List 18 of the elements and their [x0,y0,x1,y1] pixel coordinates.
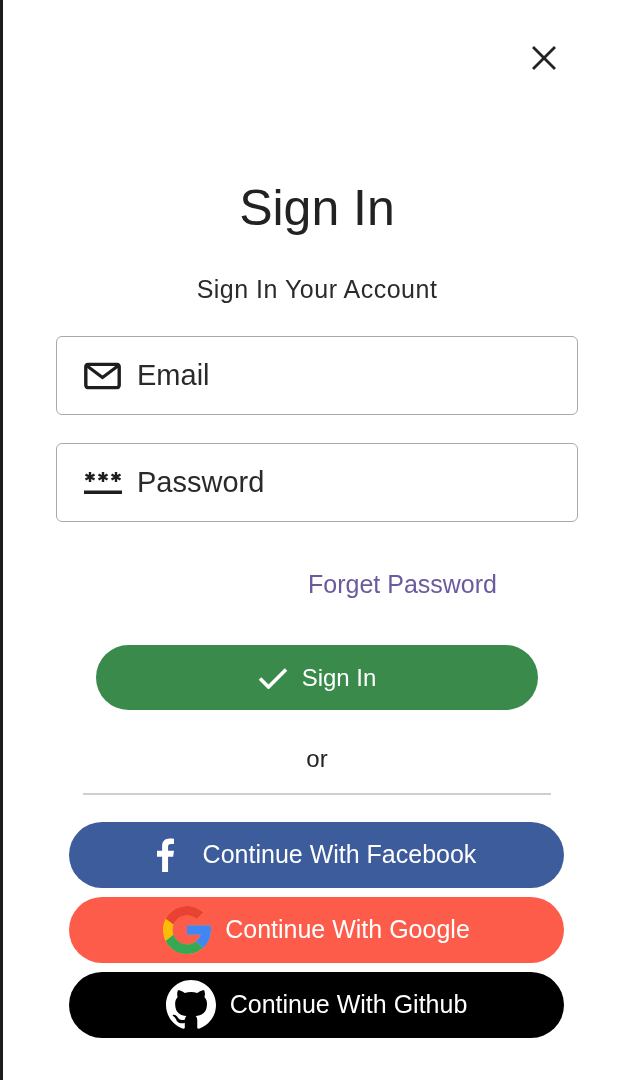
f-logo-icon [156,838,174,872]
close-button[interactable] [530,44,558,72]
close-icon [532,46,556,70]
separator-text: or [305,745,329,773]
continue-button[interactable]: Continue With Google [69,897,564,963]
password-field[interactable]: Password [56,443,578,522]
page-title: Sign In [238,179,396,237]
check-icon [257,666,288,689]
continue-button[interactable]: Continue With Github [69,972,564,1038]
g-logo-icon [163,906,212,954]
continue-button[interactable]: Continue With Facebook [69,822,564,888]
cat-logo-icon [165,980,216,1030]
sign-in-button[interactable]: Sign In [96,645,538,710]
envelope-icon [84,362,121,389]
subtitle: Sign In Your Account [195,274,439,304]
password-icon [84,470,122,495]
email-field[interactable]: Email [56,336,578,415]
forgot-password-link[interactable]: Forget Password [308,569,497,599]
